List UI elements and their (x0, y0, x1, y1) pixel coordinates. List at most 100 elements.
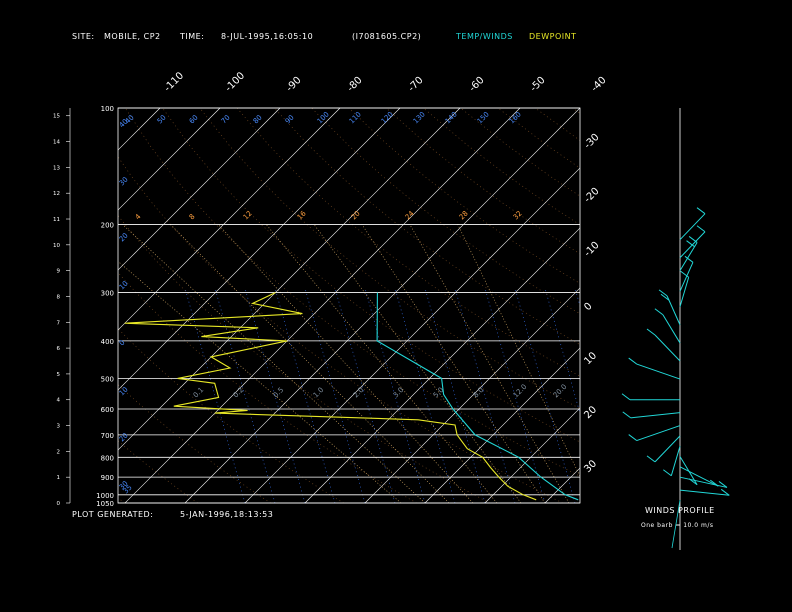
pressure-label: 200 (101, 221, 114, 229)
wind-barb-flag (658, 289, 668, 297)
height-label: 12 (53, 191, 60, 197)
dry-adiabat-label: 140 (444, 110, 459, 125)
wind-barb-flag (646, 328, 656, 336)
dry-adiabat (274, 108, 580, 346)
isotherm (118, 108, 161, 151)
dry-adiabat (684, 108, 792, 503)
wind-barb (679, 466, 719, 487)
isotherm (0, 108, 100, 503)
top-temp-label: -90 (284, 75, 303, 94)
dry-adiabat-label: 90 (284, 113, 296, 125)
dry-adiabat (460, 108, 580, 197)
mixing-ratio-label: 12.0 (512, 383, 529, 400)
dry-adiabat-label: 110 (348, 110, 363, 125)
pressure-label: 1000 (96, 492, 114, 500)
right-temp-label: -20 (582, 186, 601, 205)
mixing-ratio-label: 3.0 (392, 386, 406, 400)
height-label: 15 (53, 114, 60, 120)
pressure-label: 300 (101, 290, 114, 298)
dry-adiabat (759, 108, 792, 503)
dry-adiabat (647, 108, 792, 503)
height-label: 0 (57, 501, 61, 507)
wind-barb (630, 412, 681, 419)
top-temp-label: -110 (162, 70, 186, 94)
dry-adiabat-label: 70 (220, 113, 232, 125)
top-temp-label: -70 (406, 75, 425, 94)
height-label: 11 (53, 217, 60, 223)
wind-barb (654, 334, 681, 362)
height-label: 7 (57, 320, 61, 326)
height-label: 10 (53, 243, 60, 249)
dry-adiabat (610, 108, 792, 503)
height-label: 3 (57, 424, 61, 430)
pressure-label: 500 (101, 375, 114, 383)
wind-barb-flag (696, 225, 706, 233)
wind-barb-flag (628, 357, 637, 365)
left-scale-label: 10 (118, 385, 130, 397)
moist-adiabat (118, 260, 402, 503)
dry-adiabat-label: 130 (412, 110, 427, 125)
isotherm (118, 108, 221, 211)
wind-barb (636, 425, 681, 442)
isotherm (124, 108, 521, 503)
isotherm (785, 108, 792, 503)
height-label: 4 (57, 398, 61, 404)
right-temp-label: 0 (582, 301, 594, 313)
moist-adiabat (361, 224, 546, 503)
moist-adiabat-label: 12 (242, 209, 254, 221)
height-label: 6 (57, 346, 61, 352)
mixing-ratio-line (514, 287, 576, 503)
height-label: 14 (53, 140, 60, 146)
isotherm (725, 108, 792, 503)
mixing-ratio-line (274, 287, 336, 503)
isotherm (364, 287, 580, 503)
isotherm (304, 227, 580, 503)
dry-adiabat-label: 60 (188, 113, 200, 125)
pressure-label: 400 (101, 338, 114, 346)
pressure-label: 1050 (96, 500, 114, 508)
moist-adiabat (218, 224, 474, 503)
mixing-ratio-label: 0.5 (272, 386, 286, 400)
moist-adiabat (313, 224, 522, 503)
left-scale-label: 30 (118, 175, 130, 187)
moist-adiabat (122, 224, 426, 503)
pressure-label: 600 (101, 406, 114, 414)
dry-adiabat (118, 440, 198, 503)
dry-adiabat (423, 108, 580, 226)
dry-adiabat (236, 108, 580, 377)
moist-adiabat-label: 24 (404, 209, 416, 221)
dry-adiabat-label: 100 (316, 110, 331, 125)
mixing-ratio-label: 8.0 (472, 386, 486, 400)
dry-adiabat-label: 50 (156, 113, 168, 125)
mixing-ratio-label: 1.0 (312, 386, 326, 400)
moist-adiabat-label: 28 (458, 209, 470, 221)
dry-adiabat (199, 108, 580, 410)
right-temp-label: -10 (582, 240, 601, 259)
top-temp-label: -100 (223, 70, 247, 94)
mixing-ratio-line (454, 287, 516, 503)
dry-adiabat (118, 384, 271, 503)
right-temp-label: -30 (582, 132, 601, 151)
dry-adiabat (572, 108, 580, 114)
dry-adiabat (118, 271, 417, 503)
moist-adiabat (409, 224, 570, 503)
dry-adiabat-label: 80 (252, 113, 264, 125)
dry-adiabat (722, 108, 792, 503)
isotherm (118, 108, 281, 271)
moist-adiabat-label: 20 (350, 209, 362, 221)
dry-adiabat (534, 108, 580, 141)
mixing-ratio-label: 2.0 (352, 386, 366, 400)
mixing-ratio-line (574, 287, 580, 308)
moist-adiabat-label: 8 (188, 213, 197, 222)
right-temp-label: 30 (582, 458, 599, 475)
dry-adiabat (118, 497, 125, 503)
skew-t-chart: 1002003004005006007008009001000105001234… (0, 70, 792, 550)
wind-barb-flag (654, 308, 664, 316)
dry-adiabat-label: 160 (508, 110, 523, 125)
top-temp-label: -50 (528, 75, 547, 94)
wind-barb-flag (663, 469, 672, 477)
wind-barb-flag (688, 236, 698, 243)
mixing-ratio-label: 20.0 (552, 383, 569, 400)
left-scale-label: 20 (118, 231, 130, 243)
isotherm (605, 108, 792, 503)
